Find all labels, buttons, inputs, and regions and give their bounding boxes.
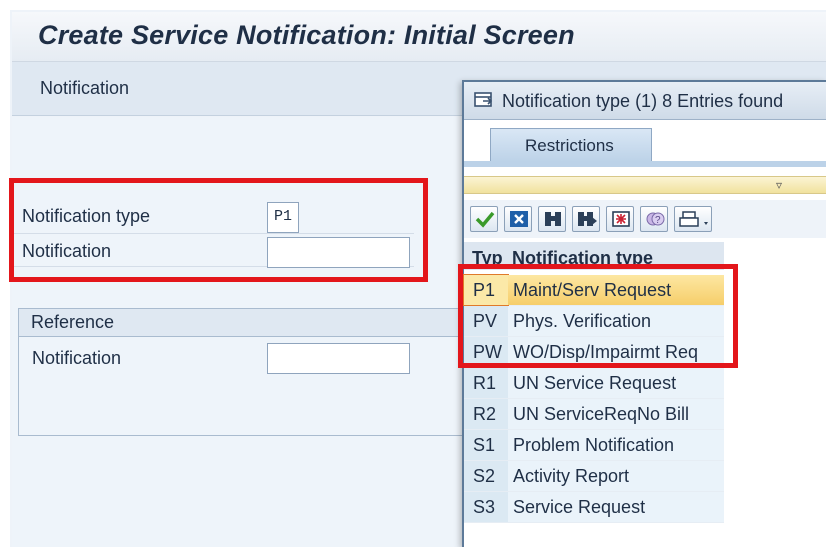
list-item-code: S1 <box>464 430 508 460</box>
list-item-name: UN Service Request <box>508 368 724 398</box>
list-item[interactable]: R2 UN ServiceReqNo Bill <box>464 399 724 430</box>
cancel-button[interactable] <box>504 206 532 232</box>
find-next-button[interactable] <box>572 206 600 232</box>
list-item[interactable]: S1 Problem Notification <box>464 430 724 461</box>
find-next-icon <box>578 212 597 226</box>
help-icon: ? <box>646 212 665 226</box>
svg-text:?: ? <box>655 215 661 226</box>
list-item-code: R2 <box>464 399 508 429</box>
highlight-box-form <box>9 178 428 282</box>
list-item-code: S3 <box>464 492 508 522</box>
list-item-name: UN ServiceReqNo Bill <box>508 399 724 429</box>
list-item-code: R1 <box>464 368 508 398</box>
find-button[interactable] <box>538 206 566 232</box>
list-item[interactable]: S3 Service Request <box>464 492 724 523</box>
highlight-box-list <box>458 264 738 368</box>
collapse-arrow-icon[interactable]: ▿ <box>776 178 782 192</box>
menu-item-notification[interactable]: Notification <box>40 78 129 99</box>
list-item-name: Problem Notification <box>508 430 724 460</box>
help-button[interactable]: ? <box>640 206 668 232</box>
dialog-title: Notification type (1) 8 Entries found <box>502 91 784 111</box>
dialog-title-bar: Notification type (1) 8 Entries found <box>464 82 826 120</box>
cancel-icon <box>510 211 528 227</box>
tab-restrictions-label: Restrictions <box>525 136 614 155</box>
select-all-button[interactable] <box>606 206 634 232</box>
select-icon <box>612 211 630 227</box>
page-title: Create Service Notification: Initial Scr… <box>38 20 575 50</box>
reference-notification-label: Notification <box>32 348 122 368</box>
tab-restrictions[interactable]: Restrictions <box>490 128 652 162</box>
window-top-edge <box>0 0 826 10</box>
title-bar: Create Service Notification: Initial Scr… <box>12 12 826 62</box>
continue-button[interactable] <box>470 206 498 232</box>
print-icon <box>679 211 708 227</box>
list-item[interactable]: S2 Activity Report <box>464 461 724 492</box>
find-icon <box>545 212 561 226</box>
print-button[interactable] <box>674 206 712 232</box>
dialog-toolbar: ? <box>464 200 826 238</box>
tab-strip-baseline <box>464 161 826 167</box>
reference-notification-field[interactable] <box>267 343 410 374</box>
reference-group-title: Reference <box>31 312 115 332</box>
list-item-name: Service Request <box>508 492 724 522</box>
check-icon <box>475 211 495 228</box>
dialog-window-icon <box>474 92 493 107</box>
list-item[interactable]: R1 UN Service Request <box>464 368 724 399</box>
list-item-name: Activity Report <box>508 461 724 491</box>
sap-window: Create Service Notification: Initial Scr… <box>0 0 826 547</box>
dialog-tab-strip: Restrictions <box>464 120 826 176</box>
restrictions-collapse-bar[interactable]: ▿ <box>464 176 826 194</box>
list-item-code: S2 <box>464 461 508 491</box>
reference-group-header: Reference <box>19 309 477 337</box>
